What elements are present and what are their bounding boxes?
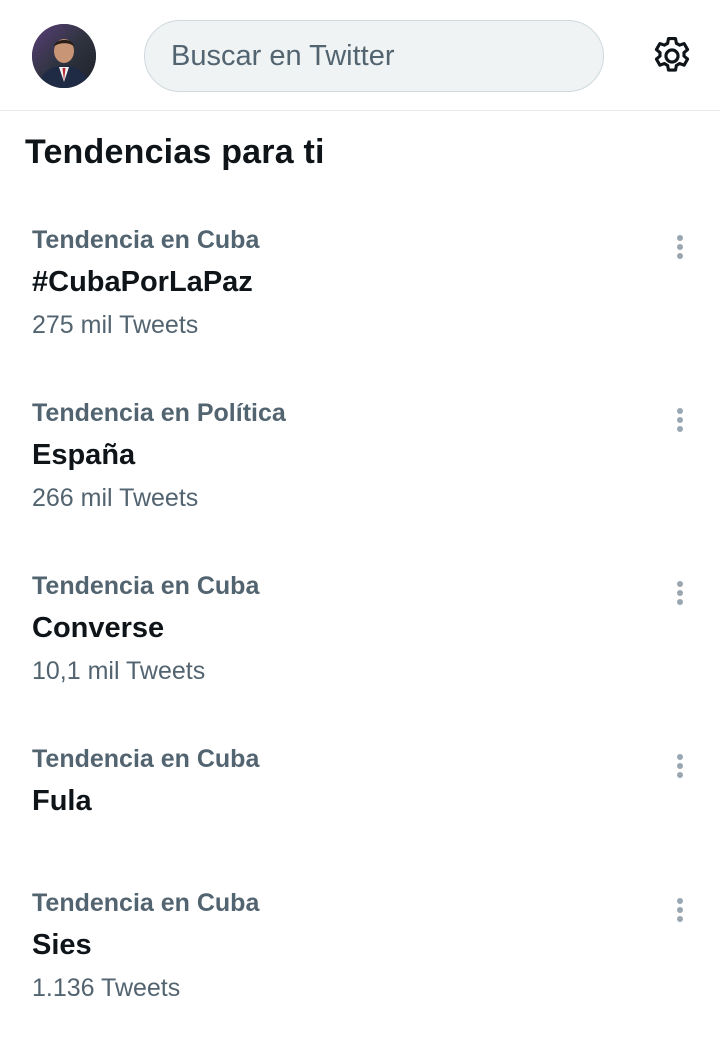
trend-count: 266 mil Tweets xyxy=(32,484,199,512)
trend-count: 275 mil Tweets xyxy=(32,311,199,339)
more-vertical-icon xyxy=(677,898,683,904)
section-title: Tendencias para ti xyxy=(25,133,325,171)
trend-context: Tendencia en Cuba xyxy=(32,226,260,254)
trend-context: Tendencia en Cuba xyxy=(32,889,260,917)
trend-name: España xyxy=(32,439,136,471)
more-vertical-icon xyxy=(677,408,683,414)
more-options-button[interactable] xyxy=(668,750,692,782)
trend-context: Tendencia en Política xyxy=(32,399,286,427)
more-vertical-icon xyxy=(677,754,683,760)
trend-name: Sies xyxy=(32,929,92,961)
trend-name: Fula xyxy=(32,785,92,817)
avatar-image xyxy=(32,24,96,88)
profile-avatar[interactable] xyxy=(32,24,96,88)
more-options-button[interactable] xyxy=(668,404,692,436)
more-options-button[interactable] xyxy=(668,577,692,609)
trend-count: 1.136 Tweets xyxy=(32,974,181,1002)
more-options-button[interactable] xyxy=(668,894,692,926)
settings-button[interactable] xyxy=(650,34,694,78)
trend-name: Converse xyxy=(32,612,165,644)
trend-item[interactable]: Tendencia en Cuba Sies 1.136 Tweets xyxy=(0,889,720,1059)
top-bar xyxy=(0,0,720,111)
search-bar[interactable] xyxy=(144,20,604,92)
more-vertical-icon xyxy=(677,235,683,241)
search-input[interactable] xyxy=(169,38,573,74)
trend-item[interactable]: Tendencia en Cuba #CubaPorLaPaz 275 mil … xyxy=(0,226,720,396)
trend-context: Tendencia en Cuba xyxy=(32,745,260,773)
more-vertical-icon xyxy=(677,581,683,587)
trend-item[interactable]: Tendencia en Política España 266 mil Twe… xyxy=(0,399,720,569)
trend-item[interactable]: Tendencia en Cuba Converse 10,1 mil Twee… xyxy=(0,572,720,742)
trend-count: 10,1 mil Tweets xyxy=(32,657,206,685)
trend-name: #CubaPorLaPaz xyxy=(32,266,253,298)
trend-context: Tendencia en Cuba xyxy=(32,572,260,600)
more-options-button[interactable] xyxy=(668,231,692,263)
gear-icon xyxy=(654,37,690,72)
